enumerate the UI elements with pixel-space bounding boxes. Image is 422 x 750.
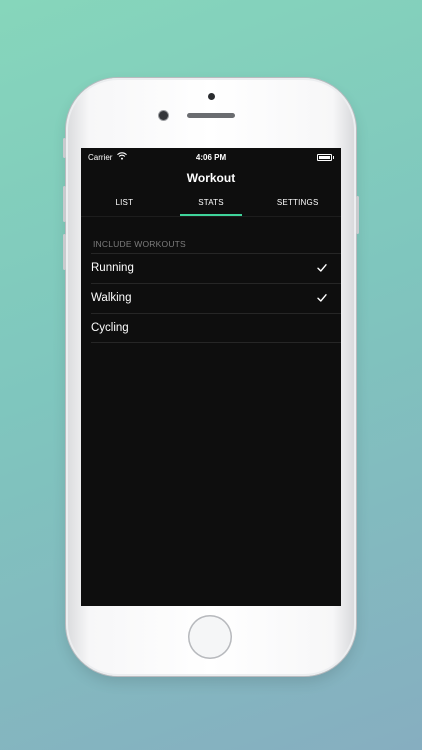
- list-item-running[interactable]: Running: [91, 253, 341, 283]
- app-screen: Carrier 4:06 PM Workout LIST STATS SETTI…: [81, 148, 341, 606]
- list-item-label: Cycling: [91, 322, 129, 334]
- list-item-label: Walking: [91, 292, 132, 304]
- power-button: [356, 196, 359, 234]
- status-bar: Carrier 4:06 PM: [81, 148, 341, 166]
- tab-bar: LIST STATS SETTINGS: [81, 194, 341, 216]
- list-item-walking[interactable]: Walking: [91, 283, 341, 313]
- workout-list: Running Walking Cycling: [81, 253, 341, 343]
- page-title: Workout: [186, 171, 236, 185]
- home-button[interactable]: [188, 615, 232, 659]
- earpiece-speaker: [187, 113, 235, 118]
- tab-settings[interactable]: SETTINGS: [254, 194, 341, 216]
- tab-stats[interactable]: STATS: [168, 194, 255, 216]
- front-camera: [159, 111, 168, 120]
- phone-frame: Carrier 4:06 PM Workout LIST STATS SETTI…: [63, 78, 359, 676]
- section-header: INCLUDE WORKOUTS: [93, 239, 186, 249]
- volume-down-button: [63, 234, 66, 270]
- battery-icon: [317, 154, 334, 161]
- front-sensor: [208, 93, 215, 100]
- list-item-cycling[interactable]: Cycling: [91, 313, 341, 343]
- tabs-divider: [81, 216, 341, 217]
- volume-up-button: [63, 186, 66, 222]
- mute-switch: [63, 138, 66, 158]
- checkmark-icon: [317, 294, 327, 302]
- checkmark-icon: [317, 264, 327, 272]
- tab-list[interactable]: LIST: [81, 194, 168, 216]
- status-time: 4:06 PM: [195, 153, 227, 162]
- list-item-label: Running: [91, 262, 134, 274]
